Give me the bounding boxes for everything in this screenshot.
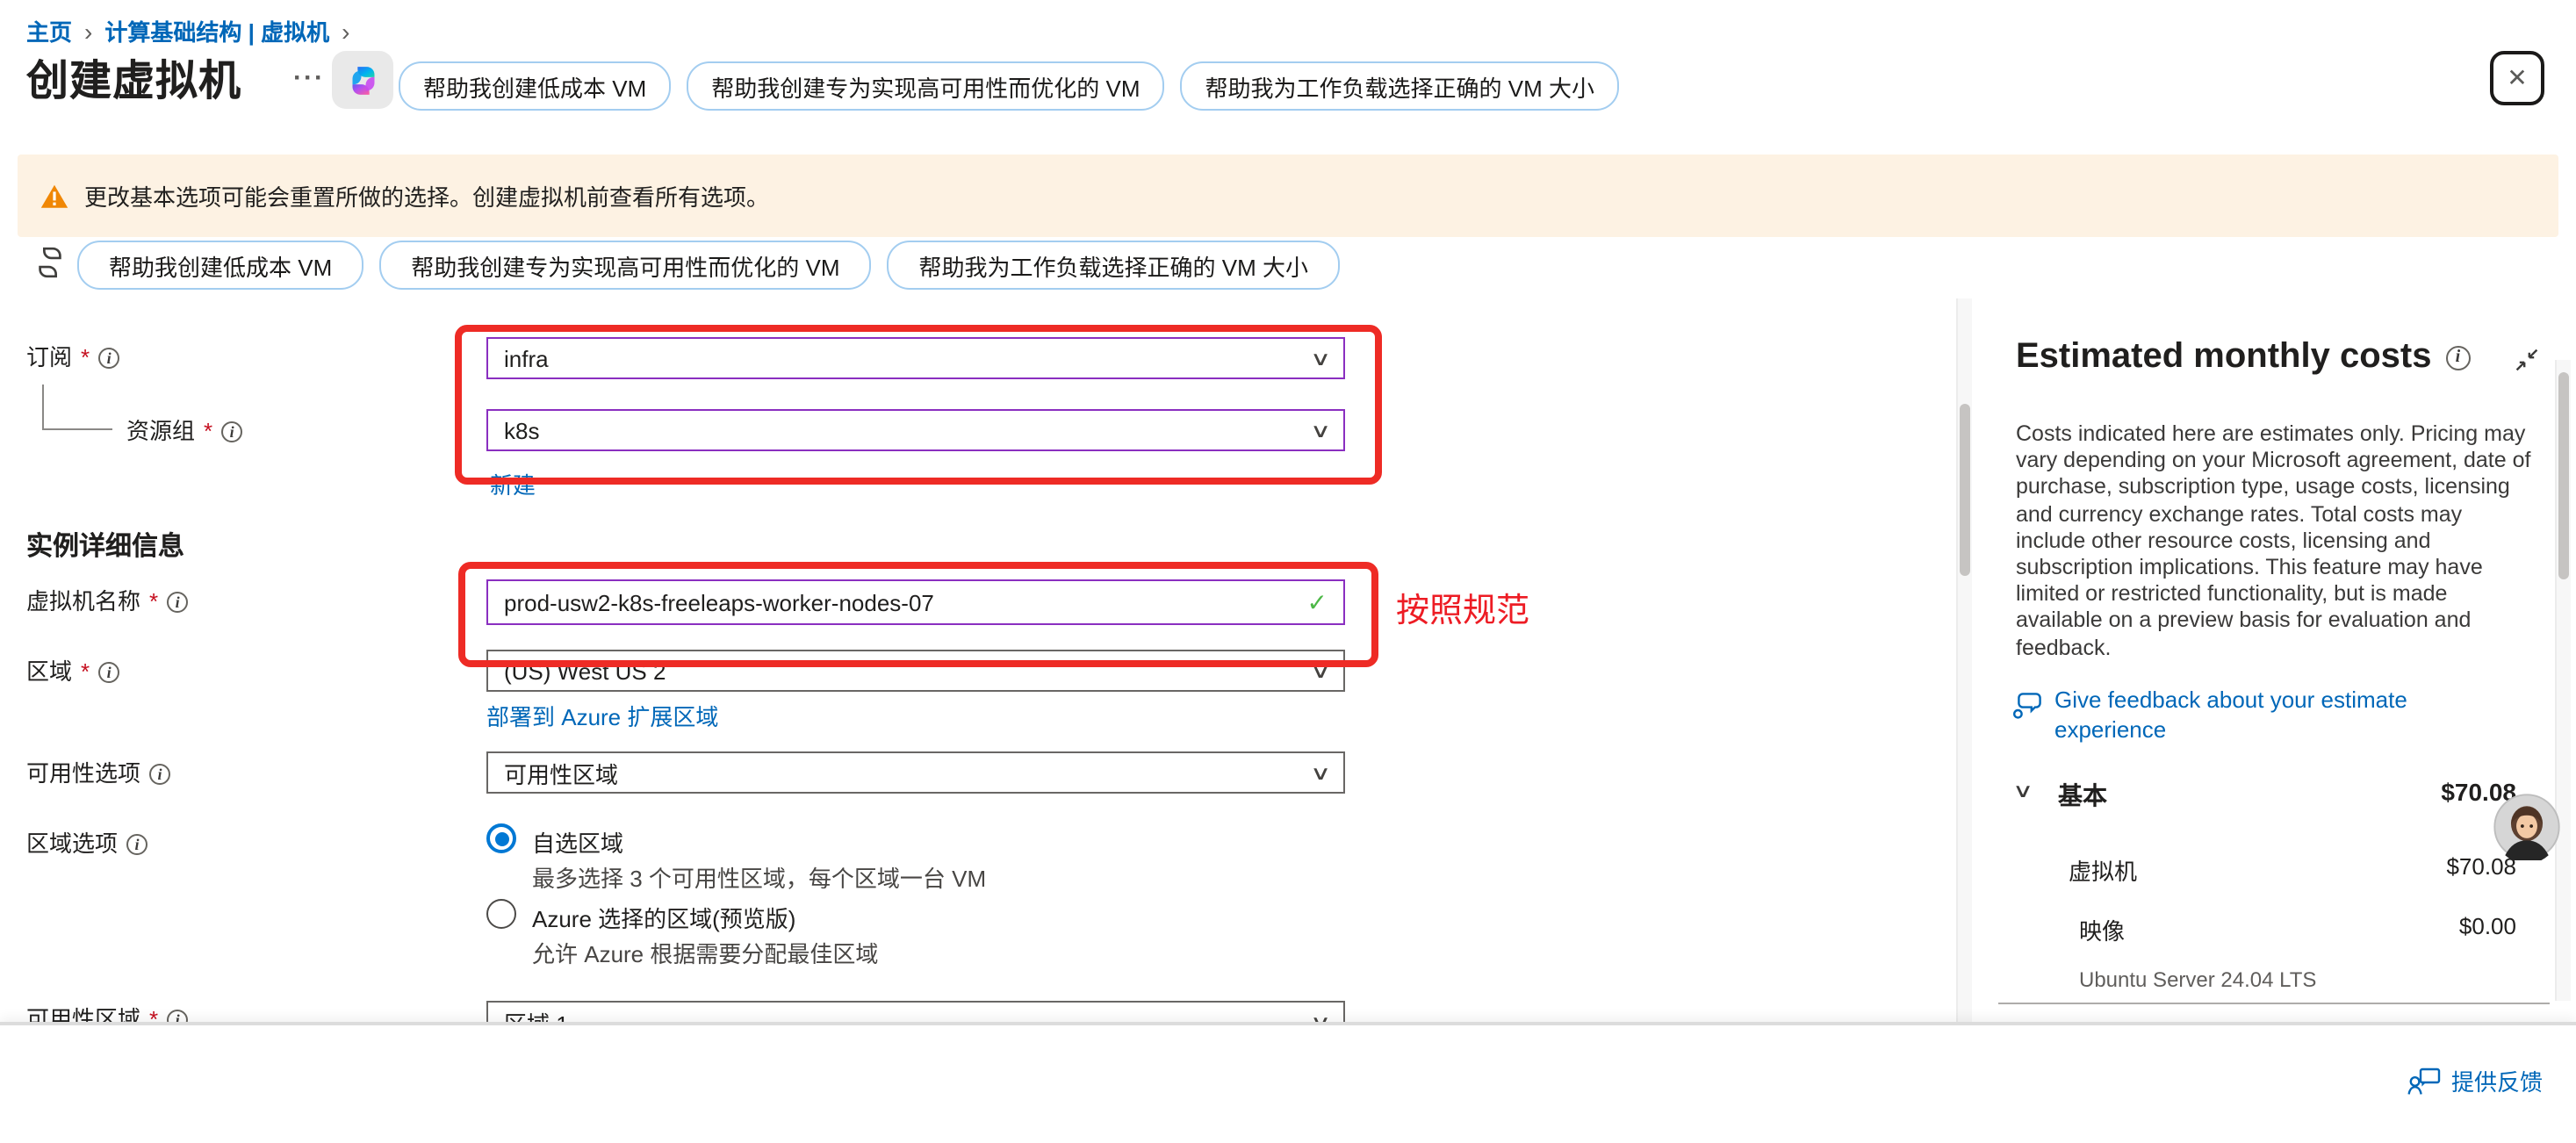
warning-banner: 更改基本选项可能会重置所做的选择。创建虚拟机前查看所有选项。 <box>18 155 2558 237</box>
copilot-suggestions-inline: 帮助我创建低成本 VM 帮助我创建专为实现高可用性而优化的 VM 帮助我为工作负… <box>77 241 1340 290</box>
availability-options-label: 可用性选项 i <box>26 762 170 787</box>
cost-group-label[interactable]: 基本 <box>2058 778 2107 813</box>
cost-panel-description: Costs indicated here are estimates only.… <box>2016 421 2537 662</box>
breadcrumb-home-link[interactable]: 主页 <box>26 14 72 47</box>
instance-details-heading: 实例详细信息 <box>26 527 184 564</box>
annotation-text: 按照规范 <box>1396 585 1529 632</box>
avatar[interactable] <box>2493 794 2560 860</box>
divider <box>1998 1003 2550 1004</box>
azure-selected-zone-desc: 允许 Azure 根据需要分配最佳区域 <box>532 936 878 969</box>
copilot-low-cost-button[interactable]: 帮助我创建低成本 VM <box>399 61 671 111</box>
extended-zones-link[interactable]: 部署到 Azure 扩展区域 <box>486 699 718 732</box>
copilot-high-availability-button[interactable]: 帮助我创建专为实现高可用性而优化的 VM <box>687 61 1164 111</box>
subscription-label: 订阅 * i <box>26 346 119 370</box>
cost-panel-title: Estimated monthly costs i <box>2016 337 2470 377</box>
close-button[interactable]: ✕ <box>2490 51 2544 105</box>
required-marker: * <box>204 420 212 444</box>
required-marker: * <box>81 660 90 685</box>
required-marker: * <box>81 346 90 370</box>
breadcrumb-vm-link[interactable]: 计算基础结构 | 虚拟机 <box>104 14 329 47</box>
tree-connector <box>42 385 44 430</box>
tree-connector <box>42 428 112 430</box>
copilot-outline-icon <box>33 244 67 281</box>
azure-selected-zone-radio-label[interactable]: Azure 选择的区域(预览版) <box>532 901 795 934</box>
copilot-right-size-button[interactable]: 帮助我为工作负载选择正确的 VM 大小 <box>1181 61 1619 111</box>
warning-text: 更改基本选项可能会重置所做的选择。创建虚拟机前查看所有选项。 <box>84 179 769 212</box>
region-dropdown[interactable]: (US) West US 2 ∨ <box>486 650 1345 692</box>
self-selected-zone-desc: 最多选择 3 个可用性区域，每个区域一台 VM <box>532 860 986 894</box>
footer-bar <box>0 1022 2576 1143</box>
info-icon[interactable]: i <box>98 662 119 683</box>
chevron-right-icon: › <box>84 20 92 41</box>
copilot-suggestions-top: 帮助我创建低成本 VM 帮助我创建专为实现高可用性而优化的 VM 帮助我为工作负… <box>399 61 1619 111</box>
page-title: 创建虚拟机 <box>26 46 241 107</box>
cost-row-label: 映像 <box>2079 913 2125 946</box>
estimate-feedback-link[interactable]: Give feedback about your estimate experi… <box>2012 685 2525 744</box>
zone-options-label: 区域选项 i <box>26 832 148 857</box>
info-icon[interactable]: i <box>126 834 148 855</box>
give-feedback-link[interactable]: 提供反馈 <box>2407 1064 2543 1097</box>
info-icon[interactable]: i <box>167 592 188 613</box>
create-new-resource-group-link[interactable]: 新建 <box>490 467 536 500</box>
more-menu-icon[interactable]: ··· <box>293 63 325 93</box>
region-label: 区域 * i <box>26 660 119 685</box>
warning-icon <box>40 183 68 208</box>
breadcrumb: 主页 › 计算基础结构 | 虚拟机 › <box>26 14 349 47</box>
copilot-low-cost-button[interactable]: 帮助我创建低成本 VM <box>77 241 363 290</box>
copilot-button[interactable] <box>332 51 393 109</box>
cost-group-amount: $70.08 <box>2320 778 2516 806</box>
required-marker: * <box>149 590 158 615</box>
chevron-down-icon: ∨ <box>1310 419 1331 442</box>
create-vm-page: 主页 › 计算基础结构 | 虚拟机 › 创建虚拟机 ··· 帮助我创建低成本 V… <box>0 0 2576 1143</box>
person-feedback-icon <box>2407 1067 2441 1095</box>
collapse-icon[interactable] <box>2515 348 2539 372</box>
chevron-down-icon: ∨ <box>1310 347 1331 370</box>
availability-options-dropdown[interactable]: 可用性区域 ∨ <box>486 751 1345 794</box>
cost-row-label: 虚拟机 <box>2069 853 2137 887</box>
subscription-dropdown[interactable]: infra ∨ <box>486 337 1345 379</box>
avatar-image <box>2493 794 2560 860</box>
chevron-down-icon[interactable]: ∨ <box>2012 780 2033 802</box>
resource-group-label: 资源组 * i <box>126 420 242 444</box>
chevron-down-icon: ∨ <box>1310 761 1331 784</box>
self-selected-zone-radio[interactable] <box>486 823 516 853</box>
checkmark-icon: ✓ <box>1307 587 1328 617</box>
cost-row-subtitle: Ubuntu Server 24.04 LTS <box>2079 967 2316 992</box>
copilot-right-size-button[interactable]: 帮助我为工作负载选择正确的 VM 大小 <box>888 241 1340 290</box>
chevron-down-icon: ∨ <box>1310 659 1331 682</box>
feedback-bubbles-icon <box>2012 692 2042 720</box>
cost-row-amount: $0.00 <box>2320 913 2516 939</box>
vm-name-input[interactable]: prod-usw2-k8s-freeleaps-worker-nodes-07 … <box>486 579 1345 625</box>
vm-name-label: 虚拟机名称 * i <box>26 590 188 615</box>
close-icon: ✕ <box>2507 63 2527 93</box>
info-icon[interactable]: i <box>2445 345 2470 370</box>
self-selected-zone-radio-label[interactable]: 自选区域 <box>532 825 623 859</box>
resource-group-dropdown[interactable]: k8s ∨ <box>486 409 1345 451</box>
cost-row-amount: $70.08 <box>2320 853 2516 880</box>
main-scrollbar-thumb[interactable] <box>1959 404 1969 576</box>
info-icon[interactable]: i <box>149 764 170 785</box>
copilot-icon <box>345 62 380 97</box>
chevron-right-icon: › <box>342 20 349 41</box>
copilot-high-availability-button[interactable]: 帮助我创建专为实现高可用性而优化的 VM <box>379 241 871 290</box>
azure-selected-zone-radio[interactable] <box>486 899 516 929</box>
info-icon[interactable]: i <box>221 421 242 442</box>
info-icon[interactable]: i <box>98 348 119 369</box>
panel-scrollbar-thumb[interactable] <box>2558 372 2568 579</box>
